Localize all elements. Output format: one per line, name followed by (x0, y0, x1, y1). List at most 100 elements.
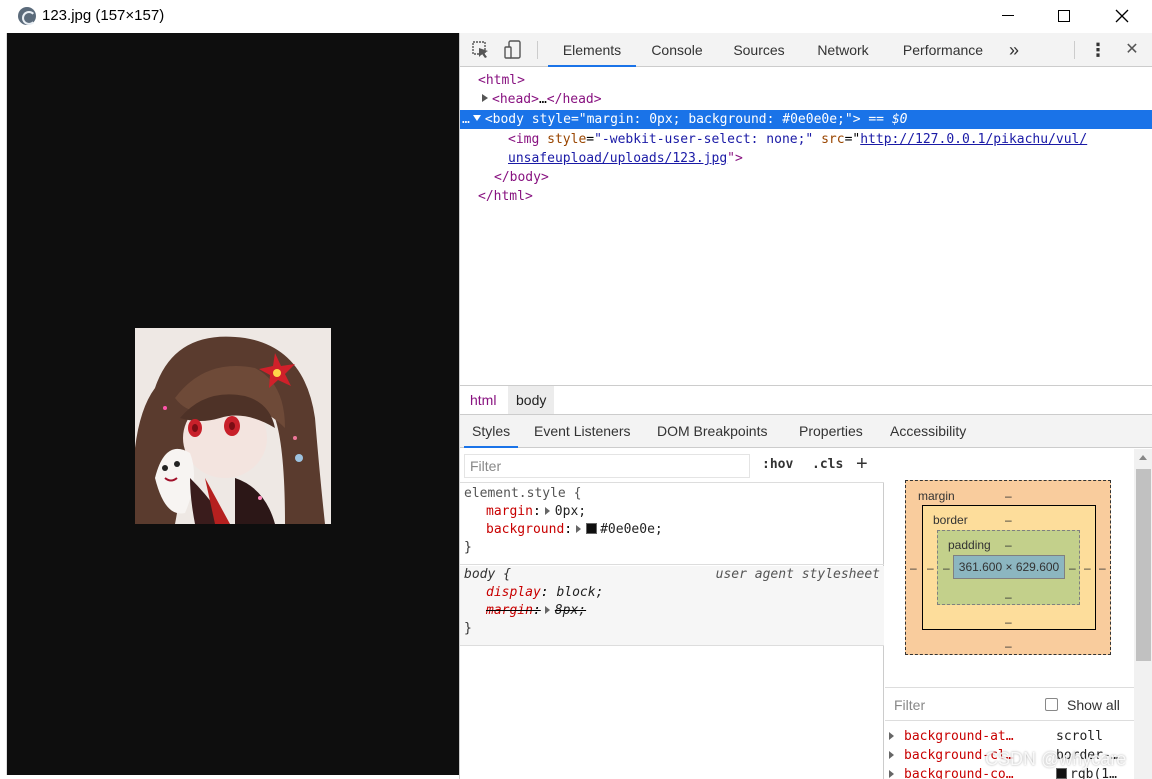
inspect-element-button[interactable] (470, 39, 492, 61)
style-rule-element: element.style { margin: 0px; background: #… (460, 485, 884, 565)
expand-shorthand-icon (544, 606, 550, 614)
body-open-tag: <body (484, 112, 524, 127)
border-right-value[interactable]: – (1084, 561, 1091, 575)
tab-elements[interactable]: Elements (548, 33, 636, 67)
device-toolbar-button[interactable] (502, 39, 524, 61)
margin-right-value[interactable]: – (1099, 561, 1106, 575)
rule-close-brace: } (464, 621, 472, 636)
img-tag-end: "> (727, 151, 743, 166)
computed-filter-bar: Filter Show all (885, 687, 1134, 721)
tree-node-img-continued[interactable]: unsafeupload/uploads/123.jpg"> (460, 149, 1152, 168)
expand-triangle-icon[interactable] (482, 94, 488, 102)
tab-performance[interactable]: Performance (898, 33, 988, 67)
breadcrumb: html body (460, 385, 1152, 415)
tree-node-body-selected[interactable]: … <body style="margin: 0px; background: #… (460, 110, 1152, 129)
margin-bottom-value[interactable]: – (1005, 639, 1012, 653)
computed-filter-input[interactable]: Filter (894, 697, 925, 713)
prop-value-margin: 0px; (554, 504, 587, 519)
more-tabs-chevron-icon[interactable]: » (1004, 33, 1024, 67)
expand-triangle-icon[interactable] (889, 751, 894, 759)
body-style-attr-name: style (531, 112, 571, 127)
new-style-rule-plus-icon[interactable]: + (856, 453, 868, 476)
rule-source-label: user agent stylesheet (715, 567, 880, 582)
toolbar-separator (537, 41, 538, 59)
border-top-value[interactable]: – (1005, 513, 1012, 527)
rule-selector-element-style[interactable]: element.style { (460, 485, 884, 503)
show-all-checkbox[interactable] (1045, 698, 1058, 711)
border-left-value[interactable]: – (927, 561, 934, 575)
styles-filter-input[interactable]: Filter (464, 454, 750, 478)
minimize-button[interactable] (979, 0, 1037, 31)
tab-network[interactable]: Network (812, 33, 874, 67)
scrollbar-thumb[interactable] (1136, 469, 1151, 661)
padding-bottom-value[interactable]: – (1005, 590, 1012, 604)
tab-accessibility[interactable]: Accessibility (890, 415, 966, 448)
img-style-attr-value: "-webkit-user-select: none;" (594, 132, 814, 147)
expand-shorthand-icon[interactable] (544, 507, 550, 515)
prop-name-display: display (486, 585, 541, 600)
padding-top-value[interactable]: – (1005, 538, 1012, 552)
window-bottom-edge (0, 775, 459, 779)
img-src-attr-name: src (821, 132, 845, 147)
tab-styles[interactable]: Styles (463, 415, 519, 448)
html-close-tag: </html> (478, 189, 533, 204)
rule-selector-body[interactable]: body { user agent stylesheet (460, 566, 884, 584)
computed-prop-name: background-at… (904, 729, 1014, 744)
prop-value-display: block; (556, 585, 604, 600)
customize-menu-icon[interactable]: ⋮ (1088, 33, 1108, 67)
scroll-up-arrow-icon[interactable] (1139, 455, 1147, 460)
computed-scrollbar[interactable] (1134, 449, 1152, 779)
margin-top-value[interactable]: – (1005, 489, 1012, 503)
body-tag-end: > (852, 112, 861, 127)
rule-close-brace: } (464, 540, 472, 555)
style-declaration-margin[interactable]: margin: 0px; (460, 503, 884, 521)
class-toggle[interactable]: .cls (812, 457, 843, 472)
padding-left-value[interactable]: – (943, 561, 950, 575)
breadcrumb-html[interactable]: html (462, 386, 504, 414)
maximize-icon (1058, 9, 1070, 22)
computed-property-row[interactable]: background-at… scroll (885, 727, 1134, 746)
expand-triangle-icon[interactable] (889, 732, 894, 740)
color-swatch[interactable] (586, 523, 598, 534)
expand-triangle-icon[interactable] (889, 770, 894, 778)
computed-prop-value: scroll (1056, 729, 1103, 744)
tree-node-body-close[interactable]: </body> (460, 168, 1152, 187)
maximize-button[interactable] (1035, 0, 1093, 31)
box-model-content-size[interactable]: 361.600 × 629.600 (953, 555, 1065, 579)
img-style-attr-name: style (547, 132, 587, 147)
collapse-triangle-icon[interactable] (472, 115, 481, 121)
tree-node-img[interactable]: <img style="-webkit-user-select: none;" … (460, 130, 1152, 149)
devtools-toolbar: Elements Console Sources Network Perform… (460, 33, 1152, 67)
style-rule-body-ua: body { user agent stylesheet display: bl… (460, 566, 884, 646)
tree-node-head[interactable]: <head>…</head> (460, 90, 1152, 109)
node-actions-ellipsis[interactable]: … (462, 112, 470, 127)
border-bottom-value[interactable]: – (1005, 615, 1012, 629)
tree-node-html[interactable]: <html> (460, 71, 1152, 90)
close-icon (1115, 9, 1129, 22)
margin-left-value[interactable]: – (910, 561, 917, 575)
prop-name-margin: margin (486, 504, 533, 519)
tree-node-html-close[interactable]: </html> (460, 187, 1152, 206)
img-src-link-part1[interactable]: http://127.0.0.1/pikachu/vul/ (860, 132, 1087, 147)
close-devtools-icon[interactable]: ✕ (1122, 33, 1142, 67)
page-viewport (7, 33, 459, 775)
rule-selector-body-text: body { (464, 567, 511, 582)
breadcrumb-body[interactable]: body (508, 386, 555, 414)
expand-shorthand-icon[interactable] (576, 525, 582, 533)
tab-dom-breakpoints[interactable]: DOM Breakpoints (657, 415, 767, 448)
selected-node-marker: == $0 (868, 112, 908, 127)
style-declaration-display: display: block; (486, 585, 604, 600)
hover-state-toggle[interactable]: :hov (762, 457, 793, 472)
padding-right-value[interactable]: – (1069, 561, 1076, 575)
prop-name-margin-overridden: margin (486, 603, 533, 618)
body-close-tag: </body> (494, 170, 549, 185)
margin-label: margin (918, 489, 955, 503)
close-window-button[interactable] (1093, 0, 1151, 31)
sidebar-tabs: Styles Event Listeners DOM Breakpoints P… (460, 415, 1152, 448)
tab-properties[interactable]: Properties (799, 415, 863, 448)
tab-event-listeners[interactable]: Event Listeners (534, 415, 631, 448)
style-declaration-background[interactable]: background: #0e0e0e; (460, 521, 884, 539)
tab-sources[interactable]: Sources (730, 33, 788, 67)
img-src-link-part2[interactable]: unsafeupload/uploads/123.jpg (508, 151, 727, 166)
tab-console[interactable]: Console (646, 33, 708, 67)
